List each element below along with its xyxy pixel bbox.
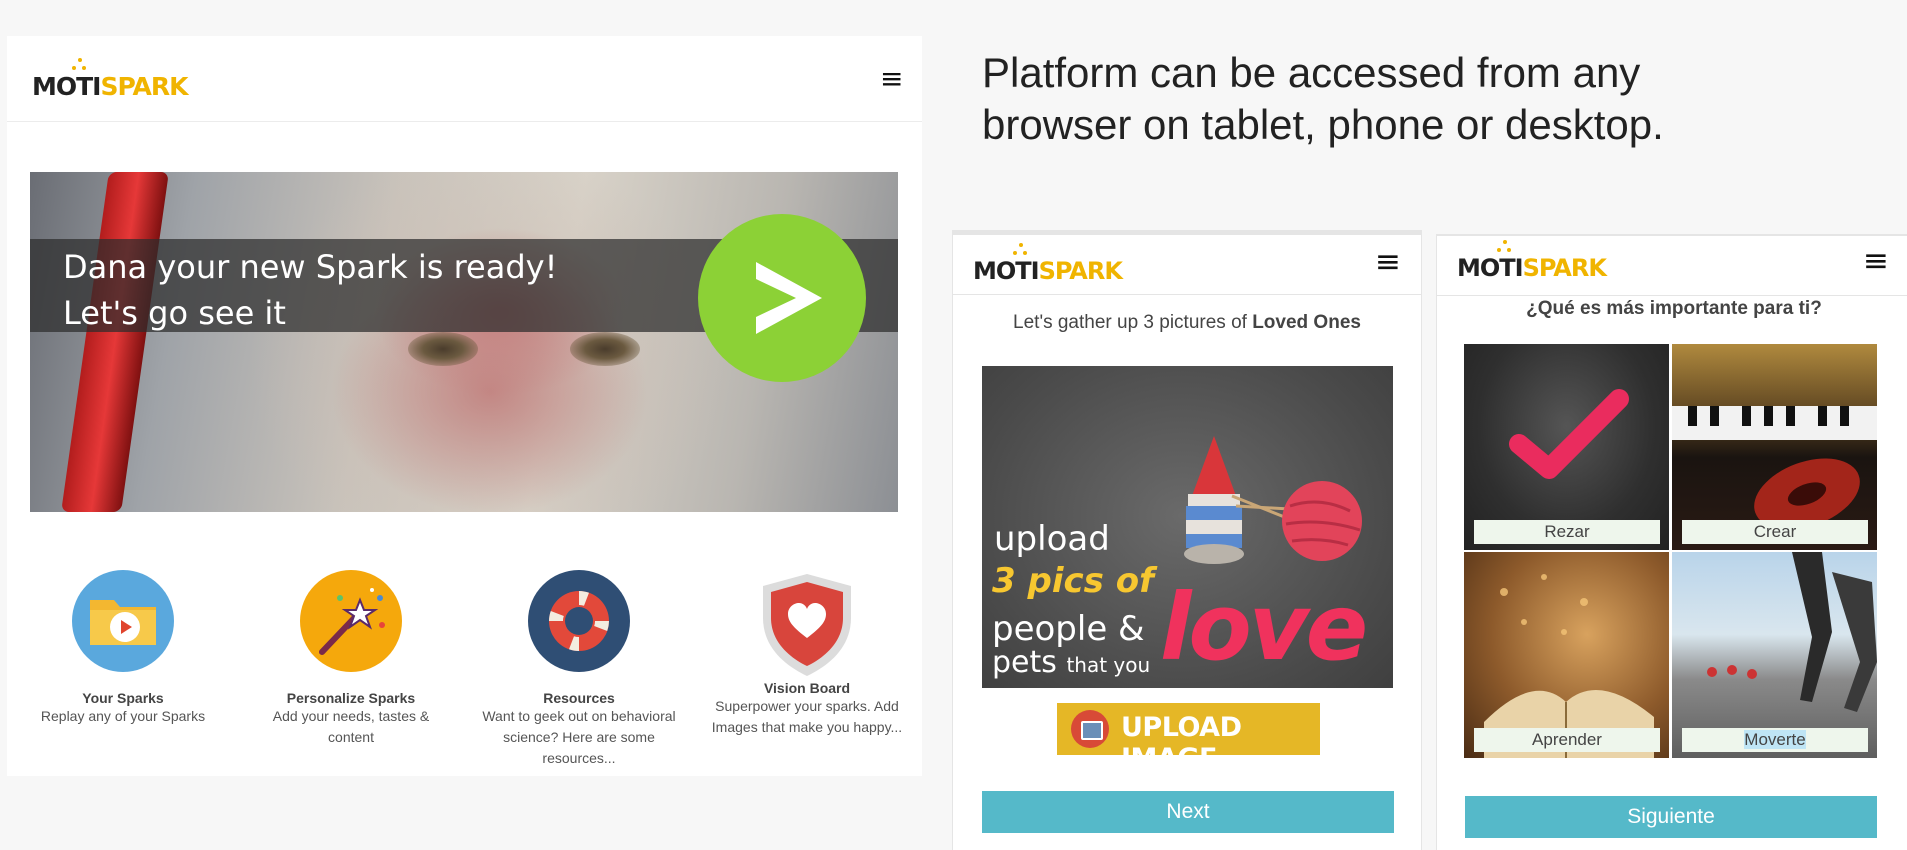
tile-label: Moverte [1682,728,1868,752]
hero-eye-right [570,332,640,366]
desktop-topbar: MOTI SPARK ≡ [7,36,922,122]
feature-title: Vision Board [763,680,851,696]
illustration-word-pets: pets [992,645,1057,680]
next-button[interactable]: Next [982,791,1394,833]
hero-banner[interactable]: Dana your new Spark is ready! Let's go s… [30,172,898,512]
logo-text-moti: MOTI [32,72,101,101]
lifebuoy-icon [528,570,630,672]
siguiente-button[interactable]: Siguiente [1465,796,1877,838]
hero-message: Dana your new Spark is ready! Let's go s… [63,248,558,332]
feature-title: Personalize Sparks [286,690,416,706]
feature-your-sparks[interactable]: Your Sparks Replay any of your Sparks [23,570,223,727]
choice-tile-crear[interactable]: Crear [1672,344,1877,550]
logo-text-spark: SPARK [1522,254,1607,282]
folder-play-icon [72,570,174,672]
hero-phone-shape [61,172,169,512]
upload-button-label: UPLOAD IMAGE [1121,712,1242,774]
illustration-love: love [1160,574,1368,681]
illustration-line-3: people & [992,609,1145,649]
gnome-yarn-icon [1184,436,1362,564]
logo-text-moti: MOTI [973,257,1040,285]
tile-label: Aprender [1474,728,1660,752]
choice-tile-moverte[interactable]: Moverte [1672,552,1877,758]
image-upload-icon [1071,710,1109,748]
phone-screen-upload: MOTI SPARK ≡ Let's gather up 3 pictures o… [952,230,1422,850]
choice-prompt: ¿Qué es más importante para ti? [1526,298,1822,319]
phone-screen-choice: MOTI SPARK ≡ ¿Qué es más importante para … [1436,234,1907,850]
prompt-text: Let's gather up 3 pictures of [1013,312,1253,333]
logo-text-moti: MOTI [1457,254,1524,282]
upload-prompt: Let's gather up 3 pictures of Loved Ones [953,312,1421,334]
headline-line-2: browser on tablet, phone or desktop. [982,101,1664,148]
feature-title: Your Sparks [82,690,164,706]
logo-text-spark: SPARK [100,72,189,101]
feature-description: Add your needs, tastes & content [272,708,430,745]
play-arrow-icon [756,262,822,334]
desktop-screen: MOTI SPARK ≡ Dana your new Spark is ready… [7,36,922,776]
illustration-line-4: pets that you [992,645,1150,680]
magic-wand-icon [300,570,402,672]
feature-personalize-sparks[interactable]: Personalize Sparks Add your needs, taste… [251,570,451,748]
feature-description: Want to geek out on behavioral science? … [482,708,676,766]
play-button[interactable] [698,214,866,382]
tile-label: Rezar [1474,520,1660,544]
hamburger-menu-icon[interactable]: ≡ [1863,246,1889,277]
upload-illustration: upload 3 pics of people & pets that you … [982,366,1393,688]
feature-vision-board[interactable]: Vision Board Superpower your sparks. Add… [707,570,907,738]
headline-line-1: Platform can be accessed from any [982,49,1641,96]
hamburger-menu-icon[interactable]: ≡ [1375,247,1401,278]
page-headline: Platform can be accessed from any browse… [982,47,1882,151]
tile-label: Crear [1682,520,1868,544]
choice-tile-rezar[interactable]: Rezar [1464,344,1669,550]
logo-text-spark: SPARK [1038,257,1123,285]
phone1-topbar: MOTI SPARK ≡ [953,235,1421,295]
phone2-topbar: MOTI SPARK ≡ [1437,236,1907,296]
feature-description: Superpower your sparks. Add Images that … [711,698,903,735]
illustration-word-that-you: that you [1066,653,1151,677]
feature-title: Resources [543,690,615,706]
motispark-logo[interactable]: MOTI SPARK [32,58,189,101]
feature-description: Replay any of your Sparks [40,708,206,724]
motispark-logo[interactable]: MOTI SPARK [973,243,1123,285]
prompt-bold-text: Loved Ones [1252,312,1361,333]
illustration-line-1: upload [994,519,1110,559]
choice-tile-aprender[interactable]: Aprender [1464,552,1669,758]
motispark-logo[interactable]: MOTI SPARK [1457,240,1607,282]
hero-eye-left [408,332,478,366]
hamburger-menu-icon[interactable]: ≡ [880,65,903,93]
upload-image-button[interactable]: UPLOAD IMAGE [1057,703,1320,774]
heart-shield-icon [756,570,858,680]
feature-resources[interactable]: Resources Want to geek out on behavioral… [479,570,679,769]
tile-label-text: Moverte [1744,730,1806,749]
illustration-line-2: 3 pics of [992,561,1154,601]
